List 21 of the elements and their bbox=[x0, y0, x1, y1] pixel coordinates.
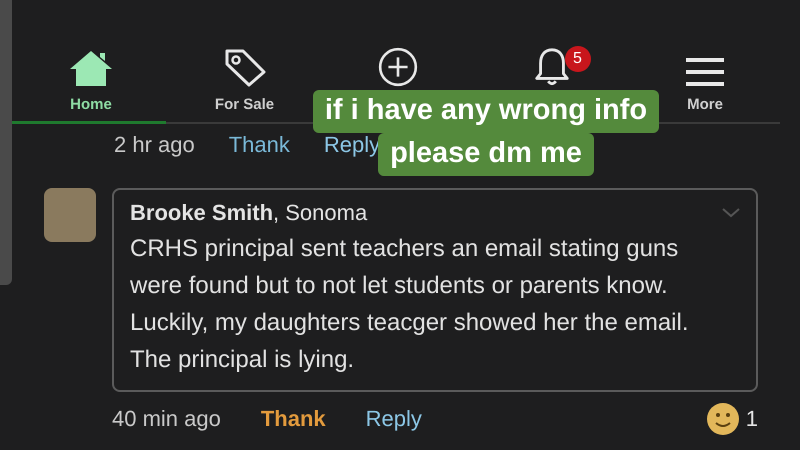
story-caption: please dm me bbox=[378, 133, 594, 176]
smiley-icon bbox=[706, 402, 740, 436]
comment-time: 2 hr ago bbox=[114, 132, 195, 159]
nav-tab-icon[interactable] bbox=[685, 57, 725, 87]
tab-label[interactable]: More bbox=[687, 96, 723, 114]
comment-text: CRHS principal sent teachers an email stating guns were found but to not let students or parents know. Luckily, my daughters teacger showed her the email. The principal is lying. bbox=[130, 234, 690, 375]
reaction-count: 1 bbox=[746, 406, 758, 432]
nav-tab-icon[interactable] bbox=[68, 49, 114, 87]
reply-link[interactable]: Reply bbox=[366, 406, 422, 432]
story-caption: if i have any wrong info bbox=[312, 90, 660, 133]
thank-link[interactable]: Thank bbox=[260, 406, 326, 432]
tab-label[interactable]: Home bbox=[70, 96, 112, 114]
notification-badge: 5 bbox=[564, 46, 590, 72]
comment-author: Brooke Smith, Sonoma bbox=[130, 200, 368, 226]
avatar-photo-placeholder bbox=[44, 188, 96, 242]
reply-link[interactable]: Reply bbox=[324, 132, 380, 172]
comment-time: 40 min ago bbox=[112, 406, 221, 432]
thank-link[interactable]: Thank bbox=[228, 132, 290, 172]
tab-label[interactable]: For Sale bbox=[214, 96, 274, 114]
nav-tab-icon[interactable] bbox=[532, 47, 570, 87]
nav-tab-icon[interactable] bbox=[222, 47, 266, 87]
